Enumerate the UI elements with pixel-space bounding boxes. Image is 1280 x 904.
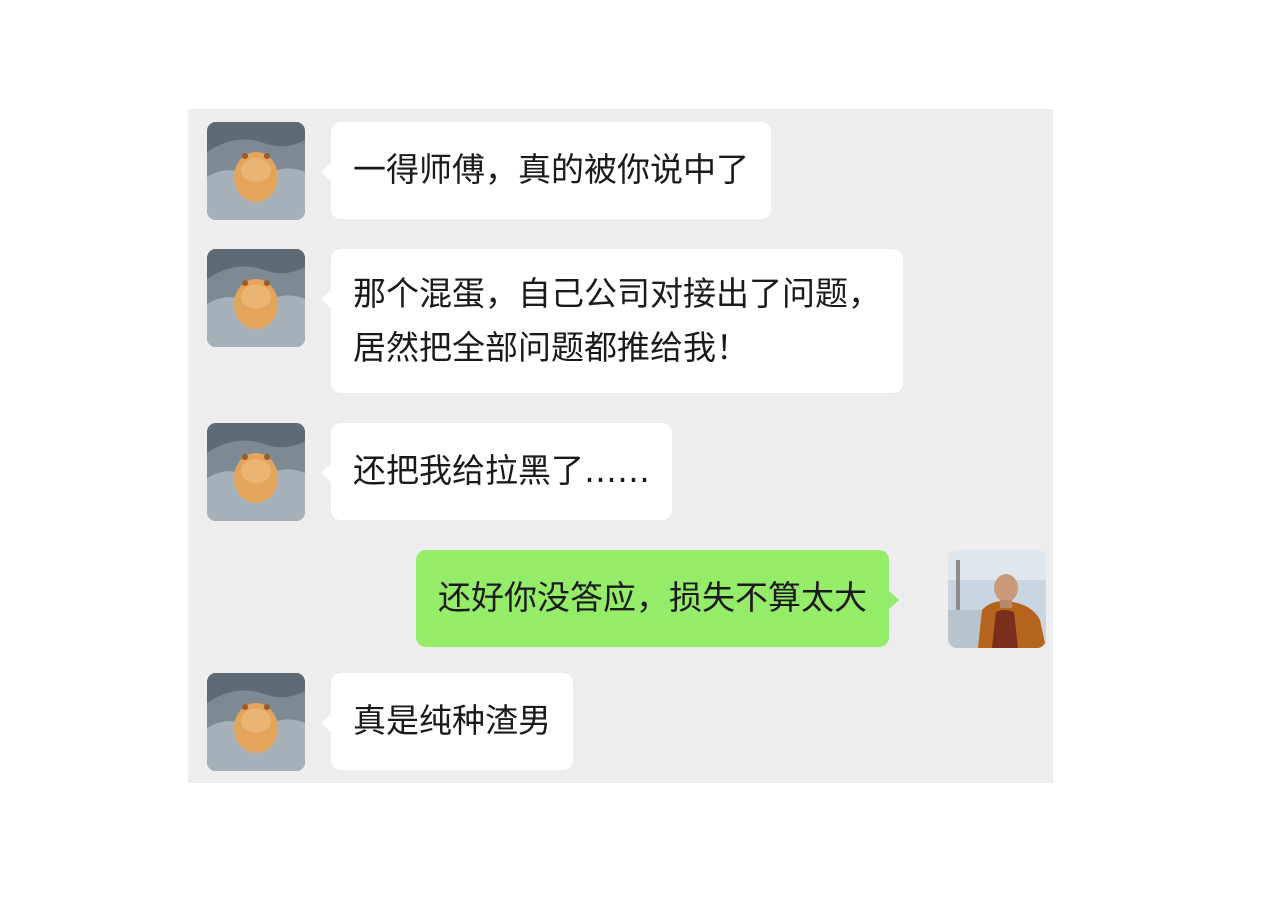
message-bubble[interactable]: 一得师傅，真的被你说中了 [321, 122, 771, 219]
contact-avatar[interactable] [207, 423, 305, 521]
hamster-avatar-icon [207, 423, 305, 521]
message-text: 还好你没答应，损失不算太大 [438, 578, 867, 617]
message-bubble[interactable]: 真是纯种渣男 [321, 673, 573, 770]
monk-avatar-icon [948, 550, 1046, 648]
hamster-avatar-icon [207, 122, 305, 220]
contact-avatar[interactable] [207, 122, 305, 220]
contact-avatar[interactable] [207, 249, 305, 347]
message-bubble[interactable]: 那个混蛋，自己公司对接出了问题， 居然把全部问题都推给我！ [321, 249, 903, 393]
message-text: 还把我给拉黑了…… [353, 451, 650, 490]
message-text: 那个混蛋，自己公司对接出了问题， [353, 274, 881, 313]
message-text: 真是纯种渣男 [353, 701, 551, 740]
my-avatar[interactable] [948, 550, 1046, 648]
message-text: 一得师傅，真的被你说中了 [353, 150, 749, 189]
message-bubble[interactable]: 还好你没答应，损失不算太大 [416, 550, 899, 647]
message-bubble[interactable]: 还把我给拉黑了…… [321, 423, 672, 520]
contact-avatar[interactable] [207, 673, 305, 771]
chat-panel: 一得师傅，真的被你说中了 那个混蛋，自己公司对接出了问题， 居然把全部问题都推给… [188, 109, 1053, 783]
hamster-avatar-icon [207, 673, 305, 771]
hamster-avatar-icon [207, 249, 305, 347]
message-text: 居然把全部问题都推给我！ [353, 328, 749, 367]
